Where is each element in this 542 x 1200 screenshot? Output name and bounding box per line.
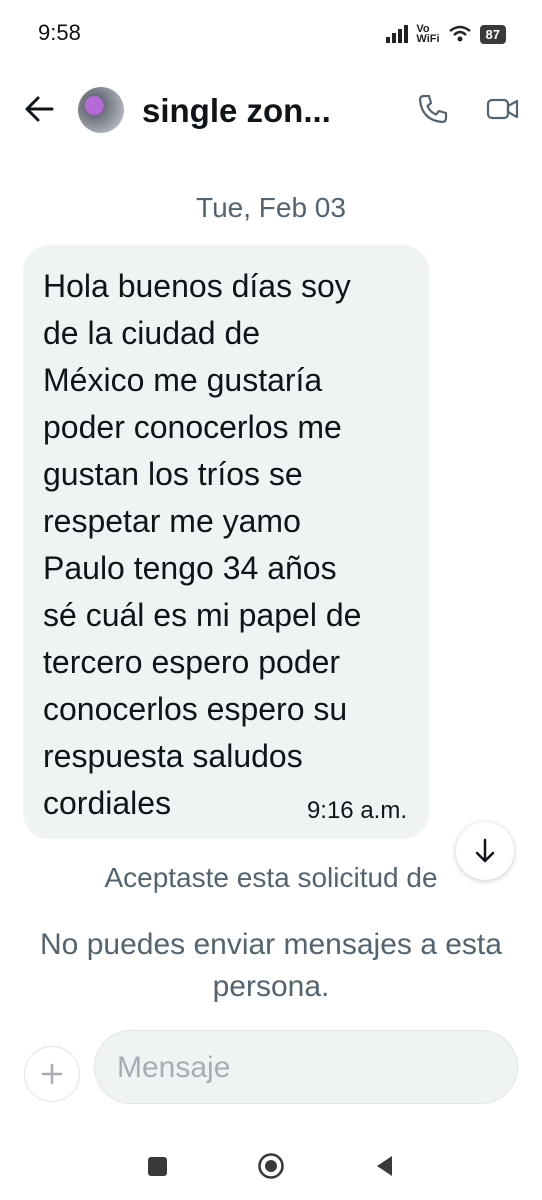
date-separator: Tue, Feb 03 (196, 192, 346, 223)
status-icons: Vo WiFi 87 (386, 20, 506, 48)
status-time: 9:58 (38, 20, 81, 45)
vowifi-indicator: Vo WiFi (416, 24, 440, 45)
home-icon[interactable] (257, 1152, 285, 1180)
status-bar: 9:58 Vo WiFi 87 (0, 0, 542, 70)
phone-icon[interactable] (416, 92, 450, 126)
message-composer[interactable] (94, 1030, 518, 1104)
wifi-icon (448, 25, 471, 42)
add-media-button[interactable] (24, 1046, 80, 1102)
avatar[interactable] (78, 87, 124, 133)
message-text: Hola buenos días soy de la ciudad de Méx… (43, 268, 362, 821)
battery-indicator: 87 (479, 24, 506, 44)
notice-fade-overlay (0, 888, 542, 918)
conversation-title[interactable]: single zon... (142, 92, 331, 130)
back-arrow-icon[interactable] (22, 92, 56, 126)
message-bubble[interactable]: Hola buenos días soy de la ciudad de Méx… (23, 245, 429, 839)
message-timestamp: 9:16 a.m. (306, 797, 407, 824)
arrow-down-icon (475, 838, 495, 863)
signal-icon (386, 25, 409, 43)
message-input[interactable] (117, 1049, 497, 1087)
recent-apps-icon[interactable] (148, 1157, 167, 1176)
vowifi-label-bottom: WiFi (416, 33, 440, 45)
plus-icon (41, 1063, 63, 1085)
nav-back-icon[interactable] (374, 1154, 394, 1178)
conversation-header: single zon... (0, 78, 542, 142)
cannot-send-notice: No puedes enviar mensajes a esta persona… (40, 928, 502, 1003)
video-camera-icon[interactable] (486, 94, 520, 124)
system-navigation-bar (0, 1130, 542, 1200)
